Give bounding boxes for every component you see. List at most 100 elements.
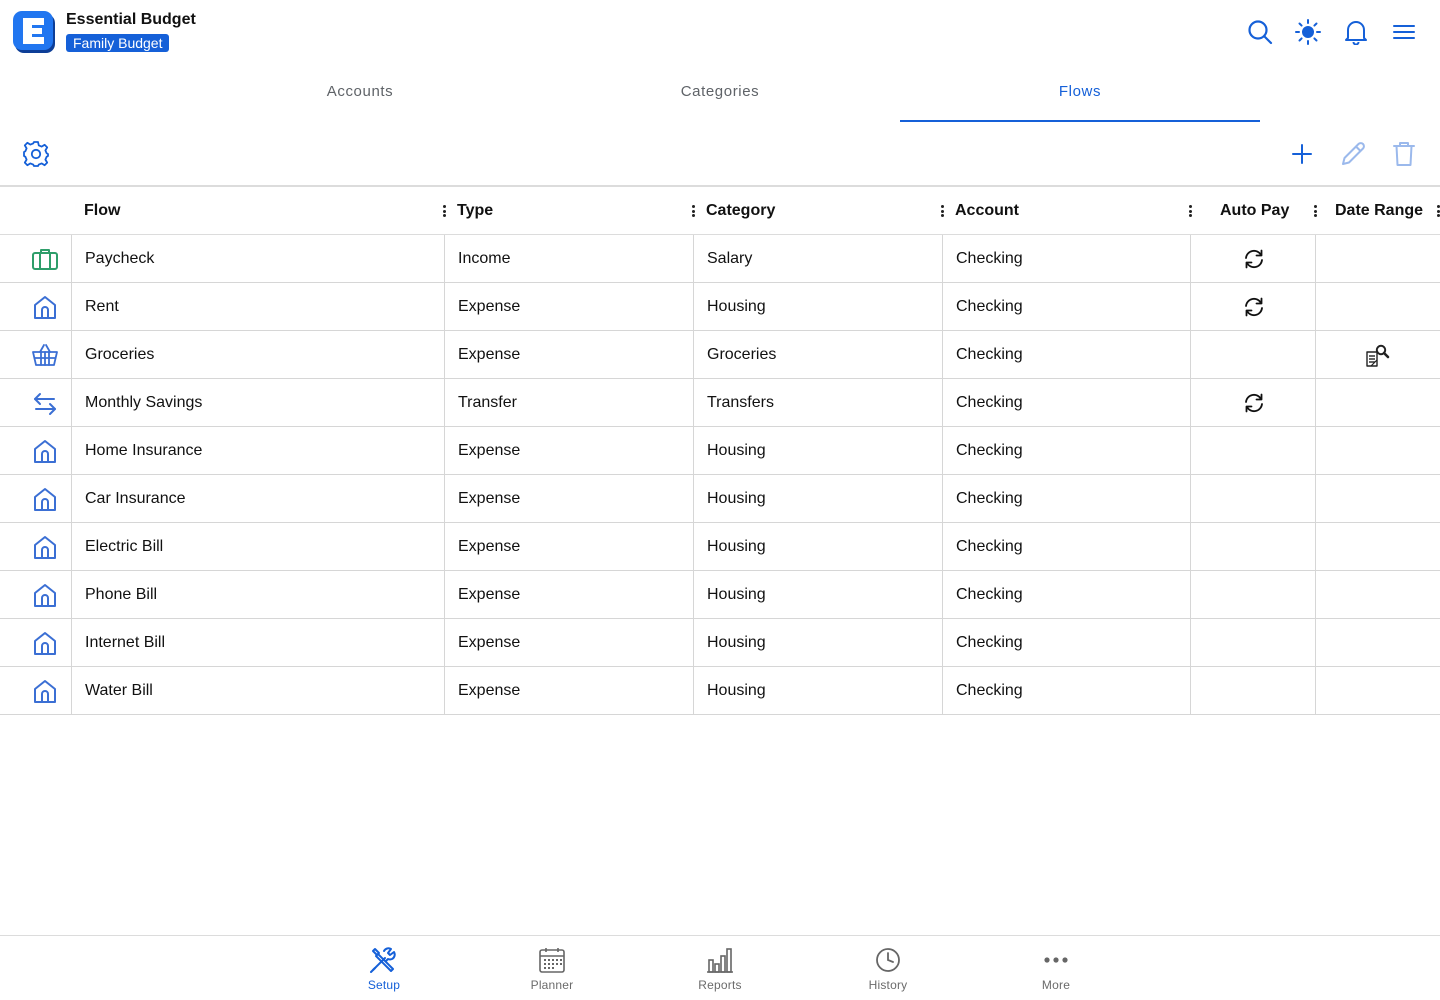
nav-planner[interactable]: Planner [502, 944, 602, 992]
column-divider [444, 283, 445, 330]
flows-table: Flow Type Category Account Auto Pay Date… [0, 185, 1440, 715]
app-header: Essential Budget Family Budget [0, 0, 1440, 64]
table-row[interactable]: Internet Bill Expense Housing Checking [0, 619, 1440, 667]
column-menu-category[interactable] [937, 203, 947, 219]
nav-setup[interactable]: Setup [334, 944, 434, 992]
cell-account: Checking [956, 442, 1023, 459]
cell-account: Checking [956, 298, 1023, 315]
column-menu-date-range[interactable] [1433, 203, 1440, 219]
nav-history[interactable]: History [838, 944, 938, 992]
table-row[interactable]: Groceries Expense Groceries Checking [0, 331, 1440, 379]
delete-icon[interactable] [1388, 138, 1420, 170]
column-divider [1190, 283, 1191, 330]
settings-icon[interactable] [20, 138, 52, 170]
cell-type: Expense [458, 586, 521, 603]
house-icon [30, 677, 60, 705]
column-divider [693, 235, 694, 282]
cell-flow: Electric Bill [85, 538, 164, 555]
column-divider [693, 283, 694, 330]
column-header-type[interactable]: Type [457, 187, 493, 235]
tab-categories[interactable]: Categories [540, 64, 900, 122]
cell-flow: Phone Bill [85, 586, 158, 603]
search-icon[interactable] [1246, 18, 1274, 46]
column-divider [1315, 667, 1316, 714]
table-row[interactable]: Rent Expense Housing Checking [0, 283, 1440, 331]
cell-category: Housing [707, 298, 766, 315]
column-header-auto-pay[interactable]: Auto Pay [1220, 187, 1289, 235]
table-row[interactable]: Phone Bill Expense Housing Checking [0, 571, 1440, 619]
table-row[interactable]: Car Insurance Expense Housing Checking [0, 475, 1440, 523]
table-row[interactable]: Electric Bill Expense Housing Checking [0, 523, 1440, 571]
column-divider [1315, 331, 1316, 378]
column-menu-type[interactable] [688, 203, 698, 219]
nav-planner-label: Planner [530, 978, 574, 992]
menu-icon[interactable] [1390, 18, 1418, 46]
add-icon[interactable] [1286, 138, 1318, 170]
cell-account: Checking [956, 394, 1023, 411]
cell-account: Checking [956, 346, 1023, 363]
column-header-flow[interactable]: Flow [84, 187, 120, 235]
column-header-category[interactable]: Category [706, 187, 775, 235]
tab-accounts[interactable]: Accounts [180, 64, 540, 122]
house-icon [30, 629, 60, 657]
column-divider [942, 667, 943, 714]
table-row[interactable]: Paycheck Income Salary Checking [0, 235, 1440, 283]
brightness-icon[interactable] [1294, 18, 1322, 46]
nav-more[interactable]: More [1006, 944, 1106, 992]
clock-icon [876, 948, 900, 972]
house-icon [30, 581, 60, 609]
house-icon [30, 293, 60, 321]
column-divider [942, 475, 943, 522]
tab-flows[interactable]: Flows [900, 64, 1260, 122]
nav-history-label: History [868, 978, 908, 992]
tools-icon [370, 947, 396, 973]
column-menu-auto-pay[interactable] [1310, 203, 1320, 219]
column-menu-account[interactable] [1185, 203, 1195, 219]
calendar-icon [539, 948, 565, 973]
column-divider [942, 379, 943, 426]
column-divider [1315, 475, 1316, 522]
column-menu-flow[interactable] [439, 203, 449, 219]
column-divider [1190, 523, 1191, 570]
column-divider [1315, 427, 1316, 474]
column-divider [444, 235, 445, 282]
column-divider [71, 379, 72, 426]
cell-category: Housing [707, 442, 766, 459]
cell-flow: Car Insurance [85, 490, 186, 507]
table-row[interactable]: Monthly Savings Transfer Transfers Checking [0, 379, 1440, 427]
cell-flow: Rent [85, 298, 119, 315]
bell-icon[interactable] [1342, 18, 1370, 46]
tab-bar: Accounts Categories Flows [180, 64, 1260, 122]
cell-type: Income [458, 250, 511, 267]
column-divider [1315, 619, 1316, 666]
date-range-icon [1362, 341, 1392, 369]
column-divider [1190, 571, 1191, 618]
cell-flow: Home Insurance [85, 442, 203, 459]
column-divider [444, 571, 445, 618]
column-divider [942, 235, 943, 282]
column-divider [1190, 427, 1191, 474]
column-divider [444, 523, 445, 570]
cell-category: Housing [707, 586, 766, 603]
column-header-account[interactable]: Account [955, 187, 1019, 235]
cell-account: Checking [956, 490, 1023, 507]
column-divider [1190, 379, 1191, 426]
cell-account: Checking [956, 634, 1023, 651]
edit-icon[interactable] [1337, 138, 1369, 170]
column-divider [1315, 235, 1316, 282]
budget-selector[interactable]: Family Budget [66, 34, 170, 52]
table-row[interactable]: Water Bill Expense Housing Checking [0, 667, 1440, 715]
column-divider [942, 523, 943, 570]
table-row[interactable]: Home Insurance Expense Housing Checking [0, 427, 1440, 475]
cell-account: Checking [956, 586, 1023, 603]
cell-flow: Paycheck [85, 250, 155, 267]
column-header-date-range[interactable]: Date Range [1335, 187, 1423, 235]
cell-category: Groceries [707, 346, 777, 363]
cell-flow: Water Bill [85, 682, 153, 699]
cell-type: Expense [458, 346, 521, 363]
cell-category: Housing [707, 634, 766, 651]
cell-type: Expense [458, 442, 521, 459]
column-divider [693, 523, 694, 570]
table-header: Flow Type Category Account Auto Pay Date… [0, 187, 1440, 235]
nav-reports[interactable]: Reports [670, 944, 770, 992]
